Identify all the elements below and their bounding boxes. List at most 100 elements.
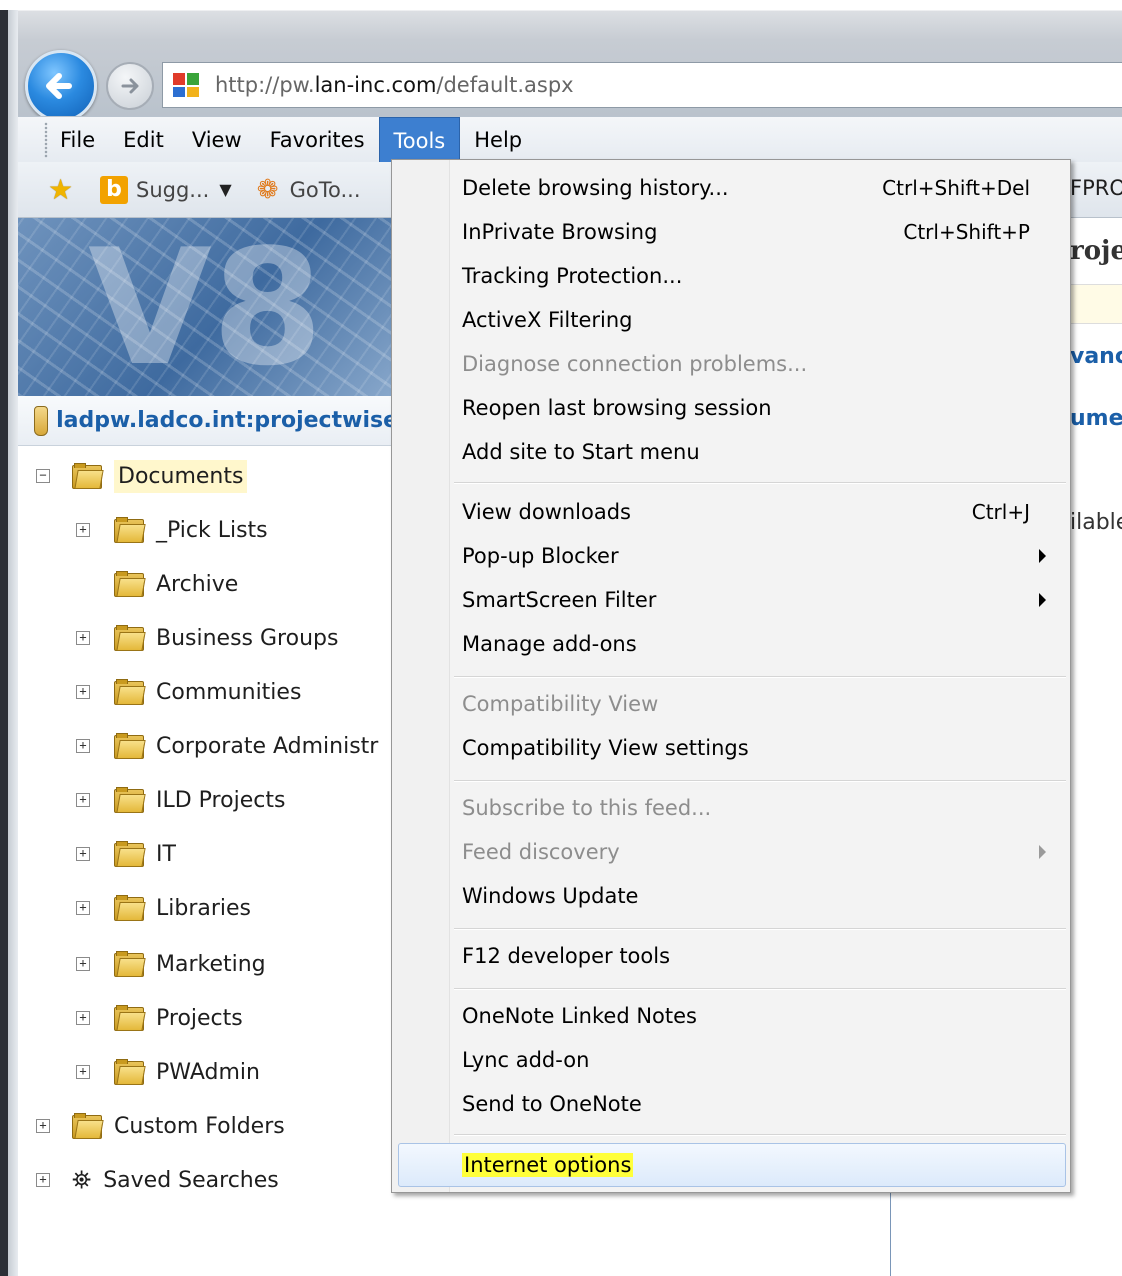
- collapse-icon[interactable]: −: [36, 469, 50, 483]
- page-fragment-document: umer: [1070, 406, 1122, 431]
- folder-icon: [114, 679, 146, 705]
- tree-item-label: PWAdmin: [156, 1059, 260, 1085]
- page-fragment-advanced: vanc: [1070, 344, 1122, 369]
- expand-icon[interactable]: +: [76, 523, 90, 537]
- tree-item-saved-searches[interactable]: + ⛯ Saved Searches: [36, 1158, 279, 1202]
- menu-item-compatibility-view-settings[interactable]: Compatibility View settings: [462, 728, 749, 768]
- tree-item-label: Saved Searches: [103, 1167, 279, 1193]
- tree-item-label: Projects: [156, 1005, 243, 1031]
- toolbar-grip[interactable]: [44, 121, 48, 158]
- tools-menu: Delete browsing history... Ctrl+Shift+De…: [391, 159, 1071, 1193]
- menu-favorites[interactable]: Favorites: [256, 117, 379, 163]
- url-text: http://pw.lan-inc.com/default.aspx: [215, 73, 574, 97]
- tree-item-label: Archive: [156, 571, 239, 597]
- menu-item-inprivate-browsing[interactable]: InPrivate Browsing: [462, 212, 657, 252]
- tree-item-label: Business Groups: [156, 625, 339, 651]
- datasource-label: ladpw.ladco.int:projectwise: [56, 408, 398, 433]
- menu-item-f12-developer-tools[interactable]: F12 developer tools: [462, 936, 670, 976]
- tree-item-communities[interactable]: + Communities: [76, 670, 301, 714]
- menu-item-feed-discovery: Feed discovery: [462, 840, 620, 864]
- menu-icon-gutter: [392, 160, 450, 1192]
- menu-item-manage-addons[interactable]: Manage add-ons: [462, 624, 637, 664]
- expand-icon[interactable]: +: [76, 685, 90, 699]
- tree-item-documents[interactable]: − Documents: [36, 454, 248, 498]
- tree-item-label: ILD Projects: [156, 787, 286, 813]
- menu-item-subscribe-feed: Subscribe to this feed...: [462, 796, 712, 820]
- tree-item-pick-lists[interactable]: + _Pick Lists: [76, 508, 268, 552]
- expand-icon[interactable]: +: [76, 793, 90, 807]
- menu-separator: [454, 482, 1066, 484]
- fav-suggested-label: Sugg...: [136, 177, 210, 202]
- menu-separator: [454, 1134, 1066, 1136]
- datasource-icon: [34, 405, 49, 436]
- menu-separator: [454, 780, 1066, 782]
- expand-icon[interactable]: +: [76, 901, 90, 915]
- expand-icon[interactable]: +: [36, 1173, 50, 1187]
- tree-item-label: Documents: [114, 459, 248, 493]
- menu-file[interactable]: File: [46, 117, 109, 163]
- tree-item-archive[interactable]: Archive: [76, 562, 238, 606]
- forward-button[interactable]: [106, 62, 154, 110]
- menu-tools[interactable]: Tools: [378, 116, 461, 163]
- goto-icon: ❁: [256, 174, 279, 205]
- menu-item-delete-browsing-history[interactable]: Delete browsing history...: [462, 168, 729, 208]
- page-divider: [890, 1190, 891, 1276]
- menu-item-smartscreen-filter[interactable]: SmartScreen Filter: [462, 580, 656, 620]
- menu-separator: [454, 988, 1066, 990]
- folder-icon: [114, 733, 146, 759]
- favorites-star-icon[interactable]: ★: [48, 174, 78, 205]
- tree-item-libraries[interactable]: + Libraries: [76, 886, 251, 930]
- menu-item-tracking-protection[interactable]: Tracking Protection...: [462, 256, 682, 296]
- menu-item-internet-options[interactable]: Internet options: [462, 1145, 634, 1185]
- menu-separator: [454, 928, 1066, 930]
- expand-icon[interactable]: +: [76, 847, 90, 861]
- bing-icon: b: [100, 175, 128, 204]
- expand-icon[interactable]: +: [36, 1119, 50, 1133]
- page-fragment-band: [1070, 284, 1122, 324]
- menu-item-onenote-linked-notes[interactable]: OneNote Linked Notes: [462, 996, 697, 1036]
- menu-item-view-downloads[interactable]: View downloads: [462, 492, 631, 532]
- banner-text: V8: [88, 214, 324, 401]
- folder-icon: [114, 1059, 146, 1085]
- menu-view[interactable]: View: [178, 117, 256, 163]
- window-frame-inner: [8, 10, 18, 1276]
- submenu-arrow-icon: [1039, 593, 1046, 607]
- tree-item-it[interactable]: + IT: [76, 832, 176, 876]
- page-banner: V8: [18, 218, 398, 396]
- highlighted-label: Internet options: [462, 1153, 634, 1177]
- tree-item-projects[interactable]: + Projects: [76, 996, 243, 1040]
- menu-item-activex-filtering[interactable]: ActiveX Filtering: [462, 300, 633, 340]
- datasource-header[interactable]: ladpw.ladco.int:projectwise: [18, 396, 398, 446]
- expand-icon[interactable]: +: [76, 739, 90, 753]
- tree-item-corporate-administration[interactable]: + Corporate Administr: [76, 724, 378, 768]
- tree-item-custom-folders[interactable]: + Custom Folders: [36, 1104, 285, 1148]
- tree-item-business-groups[interactable]: + Business Groups: [76, 616, 338, 660]
- expand-icon[interactable]: +: [76, 1011, 90, 1025]
- menu-item-windows-update[interactable]: Windows Update: [462, 876, 638, 916]
- expand-icon[interactable]: +: [76, 1065, 90, 1079]
- menu-item-lync-addon[interactable]: Lync add-on: [462, 1040, 589, 1080]
- expand-icon[interactable]: +: [76, 631, 90, 645]
- menu-item-popup-blocker[interactable]: Pop-up Blocker: [462, 536, 619, 576]
- forward-arrow-icon: [121, 78, 139, 94]
- submenu-arrow-icon: [1039, 549, 1046, 563]
- menu-item-send-to-onenote[interactable]: Send to OneNote: [462, 1084, 642, 1124]
- tree-item-pwadmin[interactable]: + PWAdmin: [76, 1050, 260, 1094]
- menu-help[interactable]: Help: [460, 117, 536, 163]
- menu-item-add-site-start-menu[interactable]: Add site to Start menu: [462, 432, 700, 472]
- folder-icon: [114, 1005, 146, 1031]
- back-button[interactable]: [25, 50, 97, 122]
- folder-icon: [114, 787, 146, 813]
- fav-goto[interactable]: ❁ GoTo...: [254, 176, 361, 204]
- address-bar[interactable]: http://pw.lan-inc.com/default.aspx: [162, 62, 1122, 108]
- tree-item-ild-projects[interactable]: + ILD Projects: [76, 778, 285, 822]
- fav-suggested-sites[interactable]: b Sugg... ▼: [100, 175, 232, 204]
- menu-item-reopen-last-session[interactable]: Reopen last browsing session: [462, 388, 772, 428]
- tree-item-marketing[interactable]: + Marketing: [76, 942, 266, 986]
- folder-icon: [114, 951, 146, 977]
- expand-icon[interactable]: +: [76, 957, 90, 971]
- menu-edit[interactable]: Edit: [109, 117, 178, 163]
- chevron-down-icon[interactable]: ▼: [219, 180, 231, 199]
- submenu-arrow-icon: [1039, 845, 1046, 859]
- binoculars-icon: ⛯: [72, 1166, 92, 1194]
